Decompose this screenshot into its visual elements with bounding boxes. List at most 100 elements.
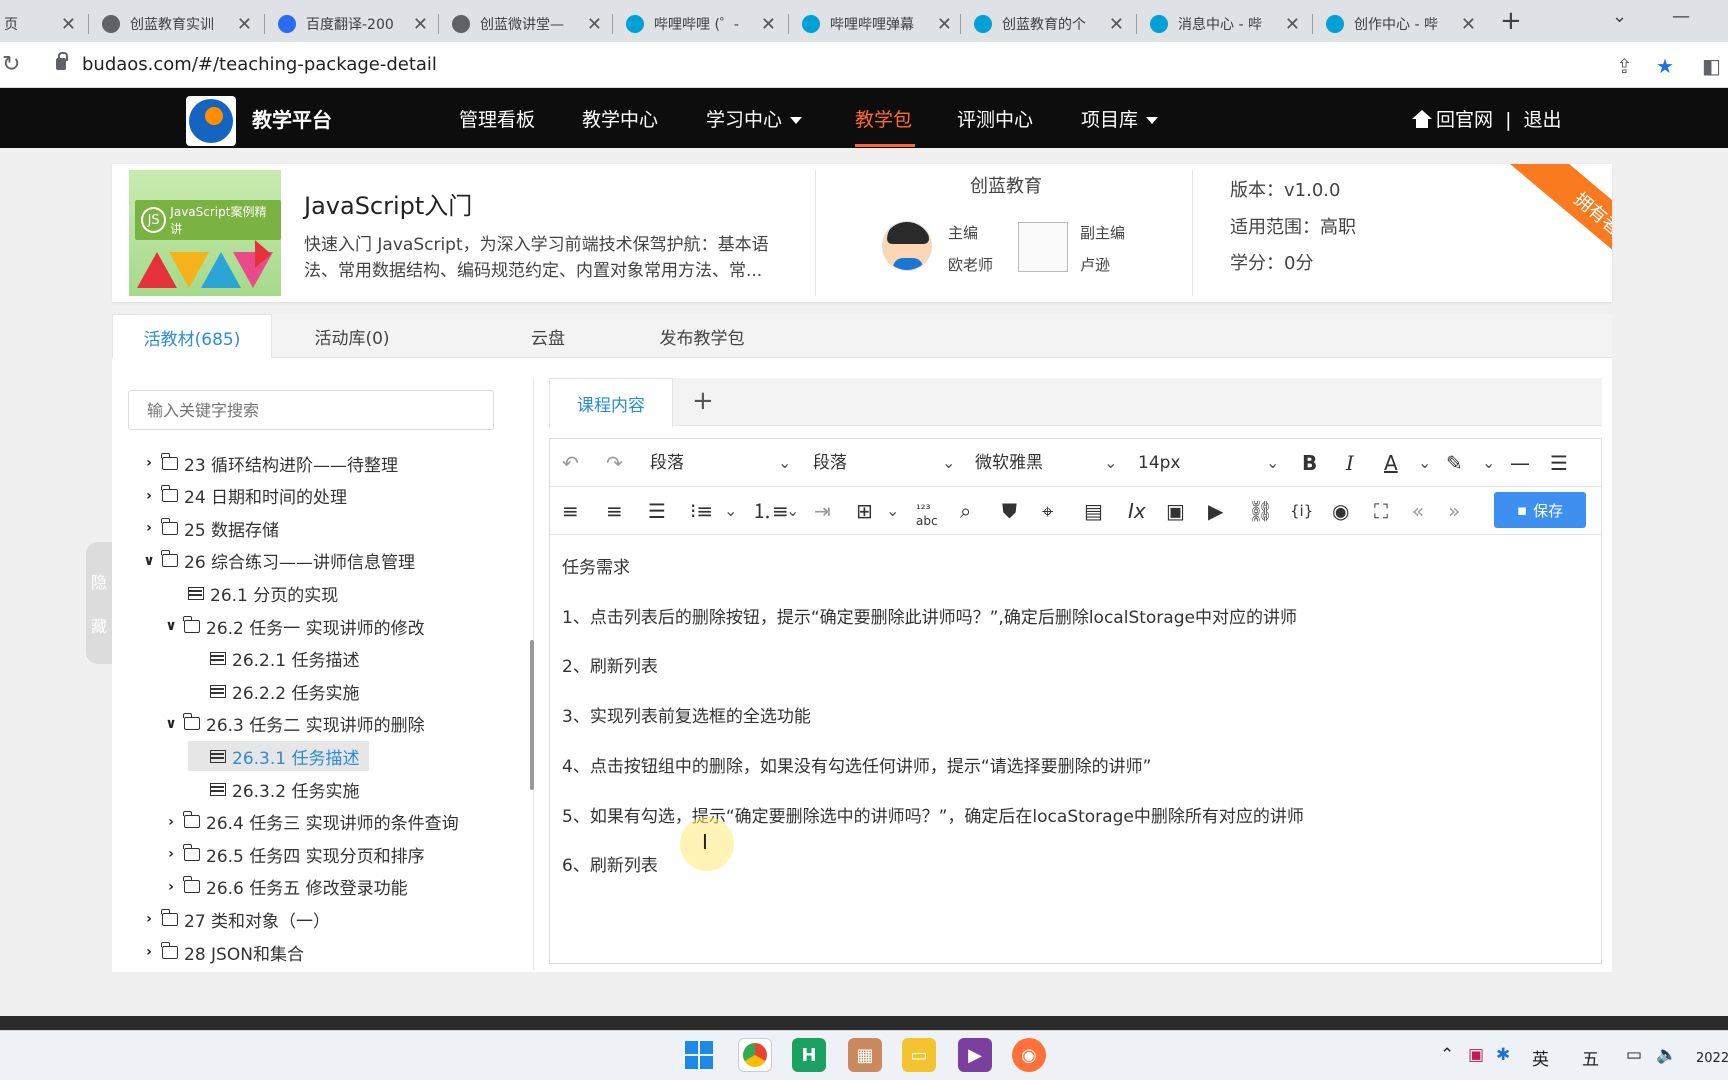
chevron-right-icon[interactable]: » bbox=[1448, 499, 1460, 523]
align-left-icon[interactable]: ☰ bbox=[1550, 451, 1568, 475]
tree-node[interactable]: 26.2.2 任务实施 bbox=[188, 676, 359, 706]
tree-node[interactable]: › 26.5 任务四 实现分页和排序 bbox=[162, 839, 425, 869]
chevron-right-icon[interactable]: › bbox=[162, 814, 180, 830]
close-icon[interactable]: ✕ bbox=[237, 14, 252, 35]
nav-item[interactable]: 教学中心 bbox=[582, 105, 658, 132]
tree-scrollbar[interactable] bbox=[530, 640, 534, 790]
tree-node[interactable]: › 25 数据存储 bbox=[140, 513, 279, 543]
close-icon[interactable]: ✕ bbox=[587, 14, 602, 35]
chevron-right-icon[interactable]: › bbox=[162, 846, 180, 862]
chevron-left-icon[interactable]: « bbox=[1412, 499, 1424, 523]
bold-icon[interactable]: B bbox=[1302, 451, 1317, 475]
tree-node[interactable]: › 24 日期和时间的处理 bbox=[140, 481, 347, 511]
chevron-right-icon[interactable]: › bbox=[140, 520, 158, 536]
chevron-down-icon[interactable]: ∨ bbox=[162, 618, 180, 634]
block-format-select-2[interactable]: 段落 bbox=[813, 451, 847, 475]
image-icon[interactable]: ▣ bbox=[1166, 499, 1185, 523]
browser-tab[interactable]: 创蓝教育实训 ✕ bbox=[92, 6, 262, 42]
reload-icon[interactable]: ↻ bbox=[2, 52, 20, 77]
block-format-select-1[interactable]: 段落 bbox=[650, 451, 684, 475]
link-icon[interactable]: ⛓ bbox=[1248, 499, 1273, 523]
table-icon[interactable]: ⊞ bbox=[856, 499, 873, 523]
chevron-right-icon[interactable]: › bbox=[162, 879, 180, 895]
photos-app-icon[interactable]: ▦ bbox=[848, 1038, 882, 1072]
chevron-up-icon[interactable]: ⌃ bbox=[1440, 1045, 1454, 1065]
tree-node[interactable]: › 26.6 任务五 修改登录功能 bbox=[162, 872, 408, 902]
chevron-down-icon[interactable]: ∨ bbox=[162, 716, 180, 732]
map-icon[interactable]: ⌖ bbox=[1042, 499, 1053, 523]
lock-icon[interactable] bbox=[56, 52, 68, 70]
chevron-down-icon[interactable]: ∨ bbox=[140, 553, 158, 569]
tree-node[interactable]: 26.3.1 任务描述 bbox=[188, 741, 370, 772]
browser-tab[interactable]: 创作中心 - 哔 ✕ bbox=[1316, 6, 1486, 42]
save-button[interactable]: ▪ 保存 bbox=[1494, 492, 1586, 528]
chrome-icon[interactable] bbox=[738, 1038, 772, 1072]
close-icon[interactable]: ✕ bbox=[413, 14, 428, 35]
windows-start-icon[interactable] bbox=[682, 1038, 716, 1072]
numbered-list-icon[interactable]: ⒈≡ bbox=[752, 499, 789, 523]
font-size-select[interactable]: 14px bbox=[1138, 451, 1180, 475]
tree-node[interactable]: ∨ 26 综合练习——讲师信息管理 bbox=[140, 546, 415, 576]
browser-tab[interactable]: 哔哩哔哩弹幕 ✕ bbox=[792, 6, 962, 42]
redo-icon[interactable]: ↷ bbox=[606, 451, 623, 475]
ime-mode-indicator[interactable]: 五 bbox=[1582, 1045, 1599, 1070]
tree-node[interactable]: › 28 JSON和集合 bbox=[140, 937, 304, 967]
browser-tab[interactable]: 哔哩哔哩 (゜- ✕ bbox=[616, 6, 786, 42]
search-icon[interactable]: ⌕ bbox=[960, 499, 971, 523]
chevron-down-icon[interactable]: ⌄ bbox=[1612, 6, 1627, 27]
tree-node[interactable]: ∨ 26.3 任务二 实现讲师的删除 bbox=[162, 709, 425, 739]
hide-sidebar-toggle[interactable]: 隐 藏 bbox=[86, 542, 112, 664]
page-tab[interactable]: 活动库(0) bbox=[272, 314, 432, 358]
page-tab[interactable]: 云盘 bbox=[468, 314, 628, 358]
file-explorer-icon[interactable]: ▭ bbox=[902, 1038, 936, 1072]
tree-node[interactable]: › 27 类和对象（一） bbox=[140, 904, 330, 934]
nav-item[interactable]: 学习中心 bbox=[706, 105, 803, 132]
highlight-icon[interactable]: ✎ bbox=[1446, 451, 1463, 475]
ime-language-indicator[interactable]: 英 bbox=[1532, 1045, 1549, 1070]
tree-node[interactable]: › 23 循环结构进阶——待整理 bbox=[140, 448, 398, 478]
chevron-down-icon[interactable]: ⌄ bbox=[1104, 451, 1117, 475]
browser-tab[interactable]: 创蓝微讲堂— ✕ bbox=[442, 6, 612, 42]
nav-item[interactable]: 教学包 bbox=[855, 105, 912, 132]
horizontal-rule-icon[interactable]: — bbox=[1510, 451, 1530, 475]
chevron-right-icon[interactable]: › bbox=[140, 911, 158, 927]
close-icon[interactable]: ✕ bbox=[937, 14, 952, 35]
bookmark-star-icon[interactable]: ★ bbox=[1656, 54, 1674, 78]
firefox-icon[interactable]: ◉ bbox=[1012, 1038, 1046, 1072]
hbuilder-icon[interactable]: H bbox=[792, 1038, 826, 1072]
page-tab[interactable]: 活教材(685) bbox=[112, 314, 272, 359]
bullet-list-icon[interactable]: ⁝≡ bbox=[690, 499, 713, 523]
chevron-down-icon[interactable]: ⌄ bbox=[1266, 451, 1279, 475]
tree-node[interactable]: 26.2.1 任务描述 bbox=[188, 644, 359, 674]
close-icon[interactable]: ✕ bbox=[761, 14, 776, 35]
search-input[interactable] bbox=[128, 390, 494, 430]
nav-item[interactable]: 项目库 bbox=[1081, 105, 1159, 132]
network-icon[interactable]: ▭ bbox=[1626, 1045, 1642, 1065]
close-icon[interactable]: ✕ bbox=[61, 14, 76, 35]
fullscreen-icon[interactable]: ⛶ bbox=[1374, 499, 1388, 523]
tree-node[interactable]: ∨ 26.2 任务一 实现讲师的修改 bbox=[162, 611, 425, 641]
video-icon[interactable]: ▶ bbox=[1208, 499, 1223, 523]
tree-node[interactable]: 26.1 分页的实现 bbox=[166, 578, 338, 608]
tray-app-icon[interactable]: ▣ bbox=[1468, 1045, 1484, 1065]
code-icon[interactable]: {i} bbox=[1290, 499, 1313, 523]
italic-icon[interactable]: I bbox=[1346, 451, 1354, 475]
format-painter-icon[interactable]: ⛊ bbox=[1002, 499, 1017, 523]
chevron-right-icon[interactable]: › bbox=[140, 944, 158, 960]
browser-tab-partial[interactable]: 页 ✕ bbox=[0, 6, 86, 42]
clock[interactable]: 2022 bbox=[1696, 1051, 1728, 1066]
close-icon[interactable]: ✕ bbox=[1109, 14, 1124, 35]
chevron-down-icon[interactable]: ⌄ bbox=[886, 499, 899, 523]
chevron-right-icon[interactable]: › bbox=[140, 455, 158, 471]
new-tab-icon[interactable]: + bbox=[1500, 6, 1522, 36]
minimize-icon[interactable]: — bbox=[1672, 6, 1690, 27]
chevron-down-icon[interactable]: ⌄ bbox=[1418, 451, 1431, 475]
chevron-down-icon[interactable]: ⌄ bbox=[778, 451, 791, 475]
side-panel-icon[interactable]: ◧ bbox=[1702, 54, 1721, 78]
close-icon[interactable]: ✕ bbox=[1285, 14, 1300, 35]
video-app-icon[interactable]: ▶ bbox=[958, 1038, 992, 1072]
home-link[interactable]: 回官网 bbox=[1436, 109, 1493, 131]
align-right-icon[interactable]: ≡ bbox=[606, 499, 623, 523]
page-tab[interactable]: 发布教学包 bbox=[612, 314, 792, 358]
browser-tab[interactable]: 创蓝教育的个 ✕ bbox=[964, 6, 1134, 42]
